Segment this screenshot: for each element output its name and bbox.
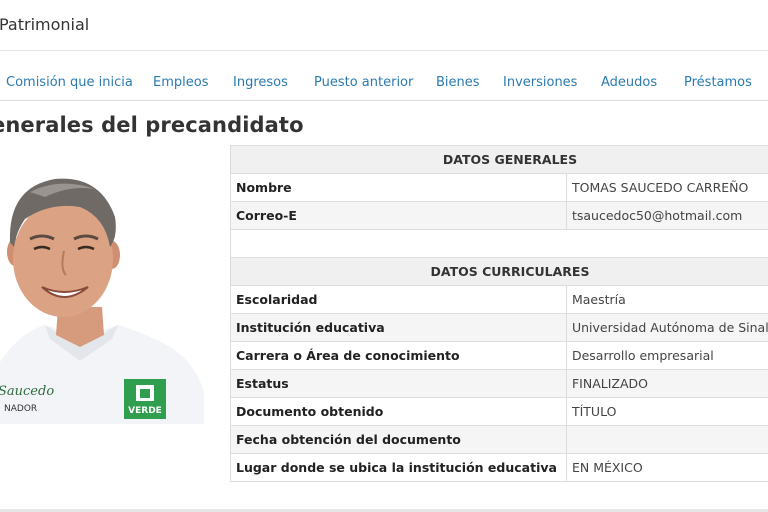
tab-inversiones[interactable]: Inversiones	[503, 75, 577, 90]
table-row: Estatus FINALIZADO	[230, 369, 768, 398]
row-label-lugar: Lugar donde se ubica la institución educ…	[230, 453, 567, 482]
section-title: enerales del precandidato	[0, 113, 304, 137]
table-row: Lugar donde se ubica la institución educ…	[230, 453, 768, 482]
row-value-nombre: TOMAS SAUCEDO CARREÑO	[565, 173, 768, 202]
row-label-fecha: Fecha obtención del documento	[230, 425, 567, 454]
row-value-fecha	[565, 425, 768, 454]
row-value-institucion: Universidad Autónoma de Sinaloa	[565, 313, 768, 342]
svg-text:NADOR: NADOR	[4, 404, 37, 414]
candidate-photo: Saucedo NADOR VERDE	[0, 147, 204, 424]
tab-puesto-anterior[interactable]: Puesto anterior	[314, 75, 413, 90]
tab-empleos[interactable]: Empleos	[153, 75, 208, 90]
row-value-lugar: EN MÉXICO	[565, 453, 768, 482]
datos-generales-header: DATOS GENERALES	[230, 145, 768, 174]
row-label-estatus: Estatus	[230, 369, 567, 398]
table-row: Correo-E tsaucedoc50@hotmail.com	[230, 201, 768, 230]
row-value-estatus: FINALIZADO	[565, 369, 768, 398]
table-spacer-row	[230, 229, 768, 258]
row-label-escolaridad: Escolaridad	[230, 285, 567, 314]
tab-bienes[interactable]: Bienes	[436, 75, 480, 90]
candidate-data-table: DATOS GENERALES Nombre TOMAS SAUCEDO CAR…	[230, 145, 768, 482]
page-header: Patrimonial	[0, 0, 768, 51]
svg-text:VERDE: VERDE	[128, 406, 162, 416]
row-value-carrera: Desarrollo empresarial	[565, 341, 768, 370]
tab-adeudos[interactable]: Adeudos	[601, 75, 657, 90]
table-row: Carrera o Área de conocimiento Desarroll…	[230, 341, 768, 370]
page-header-title: Patrimonial	[0, 15, 90, 34]
tab-prestamos[interactable]: Préstamos	[684, 75, 752, 90]
table-row: Nombre TOMAS SAUCEDO CARREÑO	[230, 173, 768, 202]
row-label-documento: Documento obtenido	[230, 397, 567, 426]
table-row: Institución educativa Universidad Autóno…	[230, 313, 768, 342]
row-label-correo: Correo-E	[230, 201, 567, 230]
row-value-escolaridad: Maestría	[565, 285, 768, 314]
row-value-documento: TÍTULO	[565, 397, 768, 426]
table-row: Fecha obtención del documento	[230, 425, 768, 454]
datos-curriculares-header: DATOS CURRICULARES	[230, 257, 768, 286]
table-row: Escolaridad Maestría	[230, 285, 768, 314]
row-value-correo: tsaucedoc50@hotmail.com	[565, 201, 768, 230]
tab-ingresos[interactable]: Ingresos	[233, 75, 288, 90]
tab-comision[interactable]: Comisión que inicia	[6, 75, 133, 90]
table-row: Documento obtenido TÍTULO	[230, 397, 768, 426]
row-label-institucion: Institución educativa	[230, 313, 567, 342]
row-label-nombre: Nombre	[230, 173, 567, 202]
row-label-carrera: Carrera o Área de conocimiento	[230, 341, 567, 370]
svg-text:Saucedo: Saucedo	[0, 384, 54, 399]
tab-bar: Comisión que inicia Empleos Ingresos Pue…	[0, 51, 768, 101]
